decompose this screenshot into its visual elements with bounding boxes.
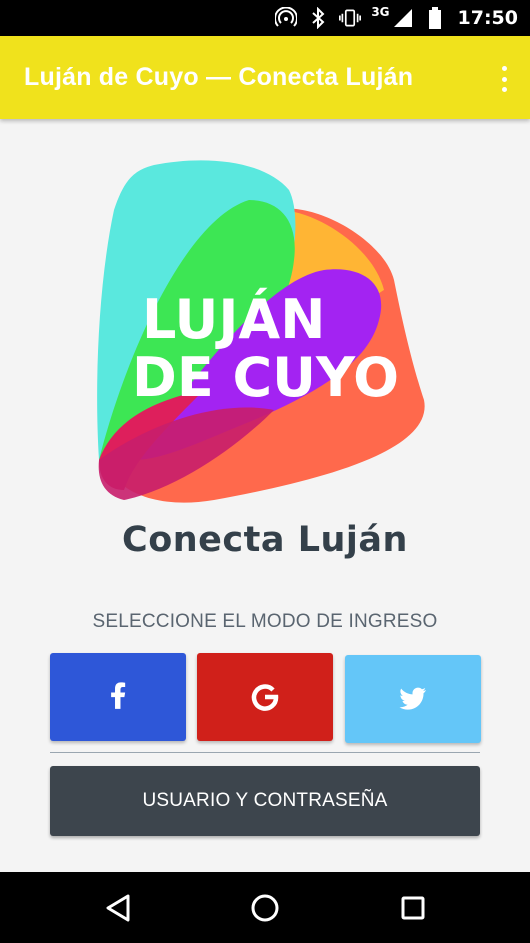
status-bar: 3G 17:50 <box>0 0 530 36</box>
network-type: 3G <box>371 5 390 19</box>
facebook-icon <box>111 682 126 709</box>
twitter-login-button[interactable] <box>345 655 481 743</box>
back-icon[interactable] <box>100 890 136 926</box>
brand-name: Conecta Luján <box>122 520 408 560</box>
lujan-de-cuyo-logo: LUJÁN DE CUYO <box>97 160 425 503</box>
vibrate-icon <box>339 7 362 29</box>
navigation-bar <box>0 872 530 943</box>
hotspot-icon <box>275 7 298 29</box>
divider <box>50 752 480 753</box>
status-time: 17:50 <box>457 7 518 29</box>
twitter-icon <box>399 687 426 710</box>
recents-icon[interactable] <box>395 890 431 926</box>
logo-text-line1: LUJÁN <box>142 288 325 351</box>
bluetooth-icon <box>307 7 329 29</box>
facebook-login-button[interactable] <box>50 653 186 741</box>
signal-icon <box>392 7 414 29</box>
google-login-button[interactable] <box>197 653 333 741</box>
app-title: Luján de Cuyo — Conecta Luján <box>24 63 414 91</box>
app-bar: Luján de Cuyo — Conecta Luján <box>0 36 530 119</box>
login-prompt: SELECCIONE EL MODO DE INGRESO <box>92 611 438 632</box>
home-icon[interactable] <box>247 890 283 926</box>
more-vert-icon[interactable] <box>500 66 508 92</box>
battery-icon <box>424 7 446 29</box>
google-icon <box>251 684 279 711</box>
logo-text-line2: DE CUYO <box>132 346 399 409</box>
user-password-login-button[interactable]: USUARIO Y CONTRASEÑA <box>50 766 480 836</box>
